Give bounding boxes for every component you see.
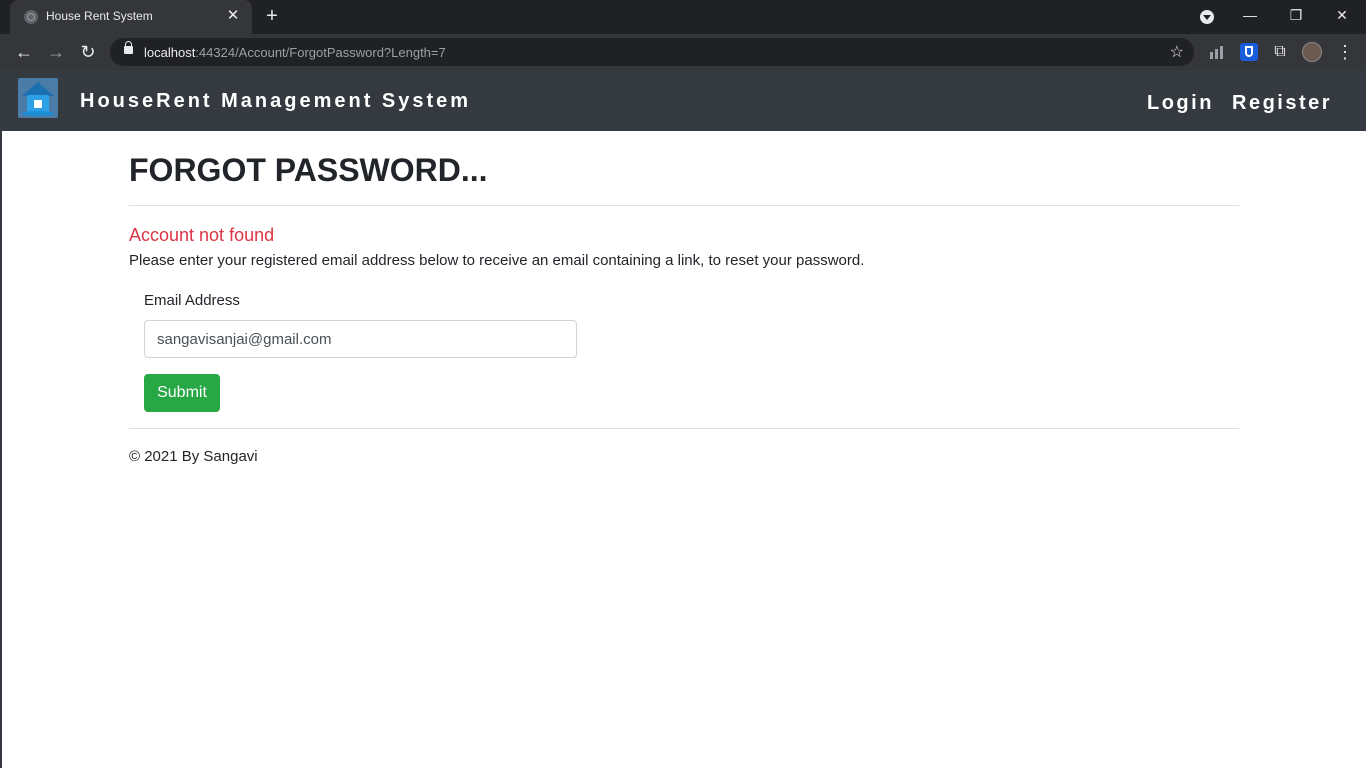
browser-menu-icon[interactable]: ⋮ xyxy=(1336,40,1354,64)
error-message: Account not found xyxy=(129,225,275,245)
tab-title: House Rent System xyxy=(46,9,153,23)
app-viewport: HouseRent Management System Login Regist… xyxy=(0,70,1366,768)
restore-icon[interactable]: ❐ xyxy=(1284,5,1308,25)
brand-title[interactable]: HouseRent Management System xyxy=(80,90,471,113)
submit-button[interactable]: Submit xyxy=(144,374,220,412)
browser-tab[interactable]: House Rent System ✕ xyxy=(10,0,252,34)
tab-search-icon[interactable] xyxy=(1200,10,1214,24)
house-logo-icon[interactable] xyxy=(18,78,58,118)
forward-icon[interactable]: → xyxy=(44,40,68,64)
browser-toolbar: ← → ↻ localhost:44324/Account/ForgotPass… xyxy=(0,34,1366,70)
tab-close-icon[interactable]: ✕ xyxy=(224,7,242,25)
browser-tabstrip: House Rent System ✕ + — ❐ ✕ xyxy=(0,0,1366,34)
back-icon[interactable]: ← xyxy=(12,40,36,64)
page-title: FORGOT PASSWORD... xyxy=(129,152,488,188)
reload-icon[interactable]: ↻ xyxy=(76,40,100,64)
url-host: localhost xyxy=(144,45,196,60)
window-close-icon[interactable]: ✕ xyxy=(1330,5,1354,25)
app-navbar: HouseRent Management System Login Regist… xyxy=(2,70,1366,131)
address-bar[interactable]: localhost:44324/Account/ForgotPassword?L… xyxy=(110,38,1194,66)
email-label: Email Address xyxy=(144,292,240,309)
url-text[interactable]: localhost:44324/Account/ForgotPassword?L… xyxy=(144,45,446,60)
login-link[interactable]: Login xyxy=(1147,92,1214,115)
url-path: :44324/Account/ForgotPassword?Length=7 xyxy=(195,45,446,60)
lock-icon[interactable] xyxy=(124,41,133,54)
minimize-icon[interactable]: — xyxy=(1238,5,1262,25)
instructions-text: Please enter your registered email addre… xyxy=(129,252,865,269)
globe-icon xyxy=(24,10,38,24)
extensions-puzzle-icon[interactable]: ⧉ xyxy=(1271,43,1289,61)
footer-text: © 2021 By Sangavi xyxy=(129,448,258,465)
divider xyxy=(129,205,1239,206)
email-field[interactable] xyxy=(144,320,577,358)
footer-divider xyxy=(129,428,1239,429)
profile-avatar[interactable] xyxy=(1302,42,1322,62)
chart-extension-icon[interactable] xyxy=(1208,43,1226,61)
bitwarden-shield-icon[interactable] xyxy=(1240,43,1258,61)
register-link[interactable]: Register xyxy=(1232,92,1332,115)
new-tab-button[interactable]: + xyxy=(262,6,282,26)
bookmark-star-icon[interactable]: ☆ xyxy=(1170,42,1184,62)
